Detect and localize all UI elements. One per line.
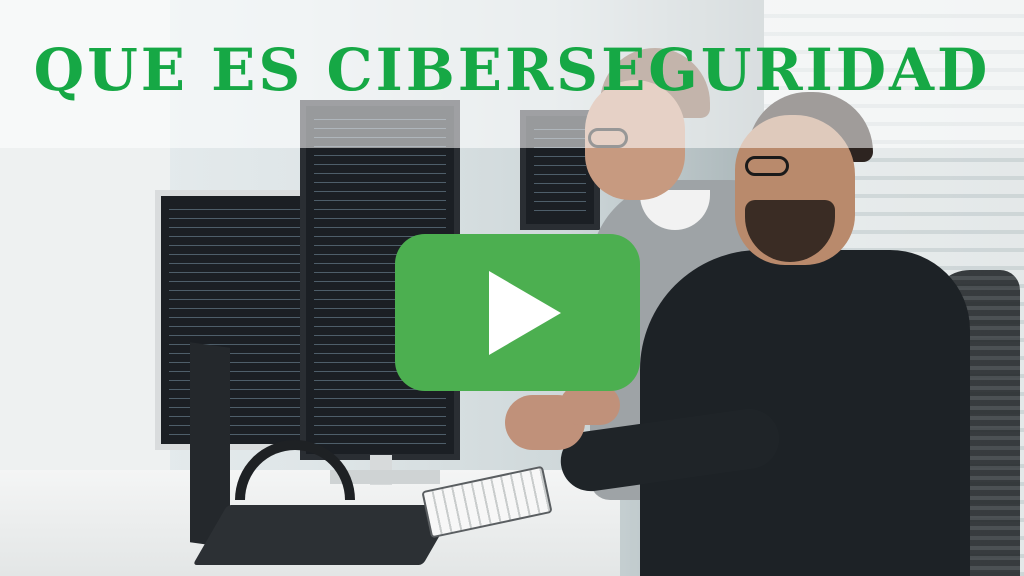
title-banner: QUE ES CIBERSEGURIDAD	[0, 0, 1024, 148]
person-man-body	[640, 250, 970, 576]
laptop-keyboard	[192, 505, 458, 565]
glasses	[745, 156, 789, 176]
play-button[interactable]	[395, 234, 640, 391]
video-title: QUE ES CIBERSEGURIDAD	[33, 36, 991, 104]
monitor-left	[155, 190, 315, 450]
hand	[560, 385, 620, 425]
video-thumbnail[interactable]: QUE ES CIBERSEGURIDAD	[0, 0, 1024, 576]
play-icon	[488, 270, 561, 355]
